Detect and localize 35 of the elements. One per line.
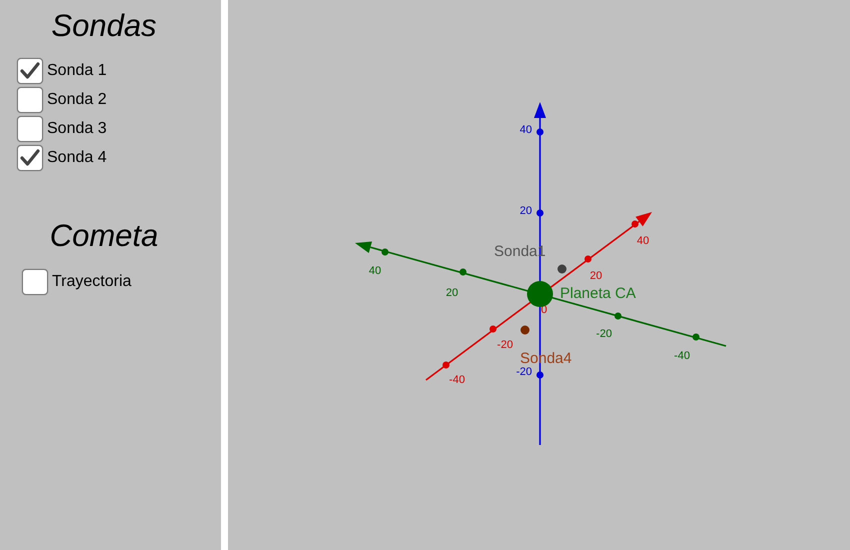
tick-dot [614,312,622,320]
tick-dot [382,248,388,256]
tick-dot [632,220,638,228]
checkbox-label: Sonda 4 [47,148,107,166]
tick-label: -20 [516,366,532,378]
tick-dot [536,128,544,136]
tick-label: 40 [636,235,650,247]
tick-label: 40 [520,124,532,136]
tick-dot [442,362,450,368]
tick-dot [584,256,592,262]
object-label: Planeta CA [560,284,636,302]
section-title: Cometa [48,218,160,254]
tick-label: 40 [368,265,382,277]
tick-dot [692,334,700,340]
tick-label: 20 [520,205,532,217]
checkbox-label: Sonda 3 [47,120,107,138]
checkbox[interactable] [22,268,48,294]
tick-label: 20 [590,270,602,282]
checkbox-label: Sonda 1 [47,62,107,80]
checkbox[interactable] [17,86,43,112]
tick-dot [536,372,544,378]
tick-label: 20 [446,287,458,299]
tick-label: -40 [449,374,465,386]
checkbox-label: Sonda 2 [47,90,107,108]
tick-dot [490,326,496,332]
tick-label: -40 [674,350,690,362]
tick-label: -20 [497,339,513,351]
checkbox[interactable] [17,144,43,170]
section-title: Sondas [50,8,158,44]
tick-label: -20 [596,328,612,340]
tick-dot [536,210,544,216]
checkbox[interactable] [17,116,43,142]
tick-dot [460,268,466,276]
checkbox[interactable] [17,58,43,84]
checkbox-label: Trayectoria [52,272,132,290]
